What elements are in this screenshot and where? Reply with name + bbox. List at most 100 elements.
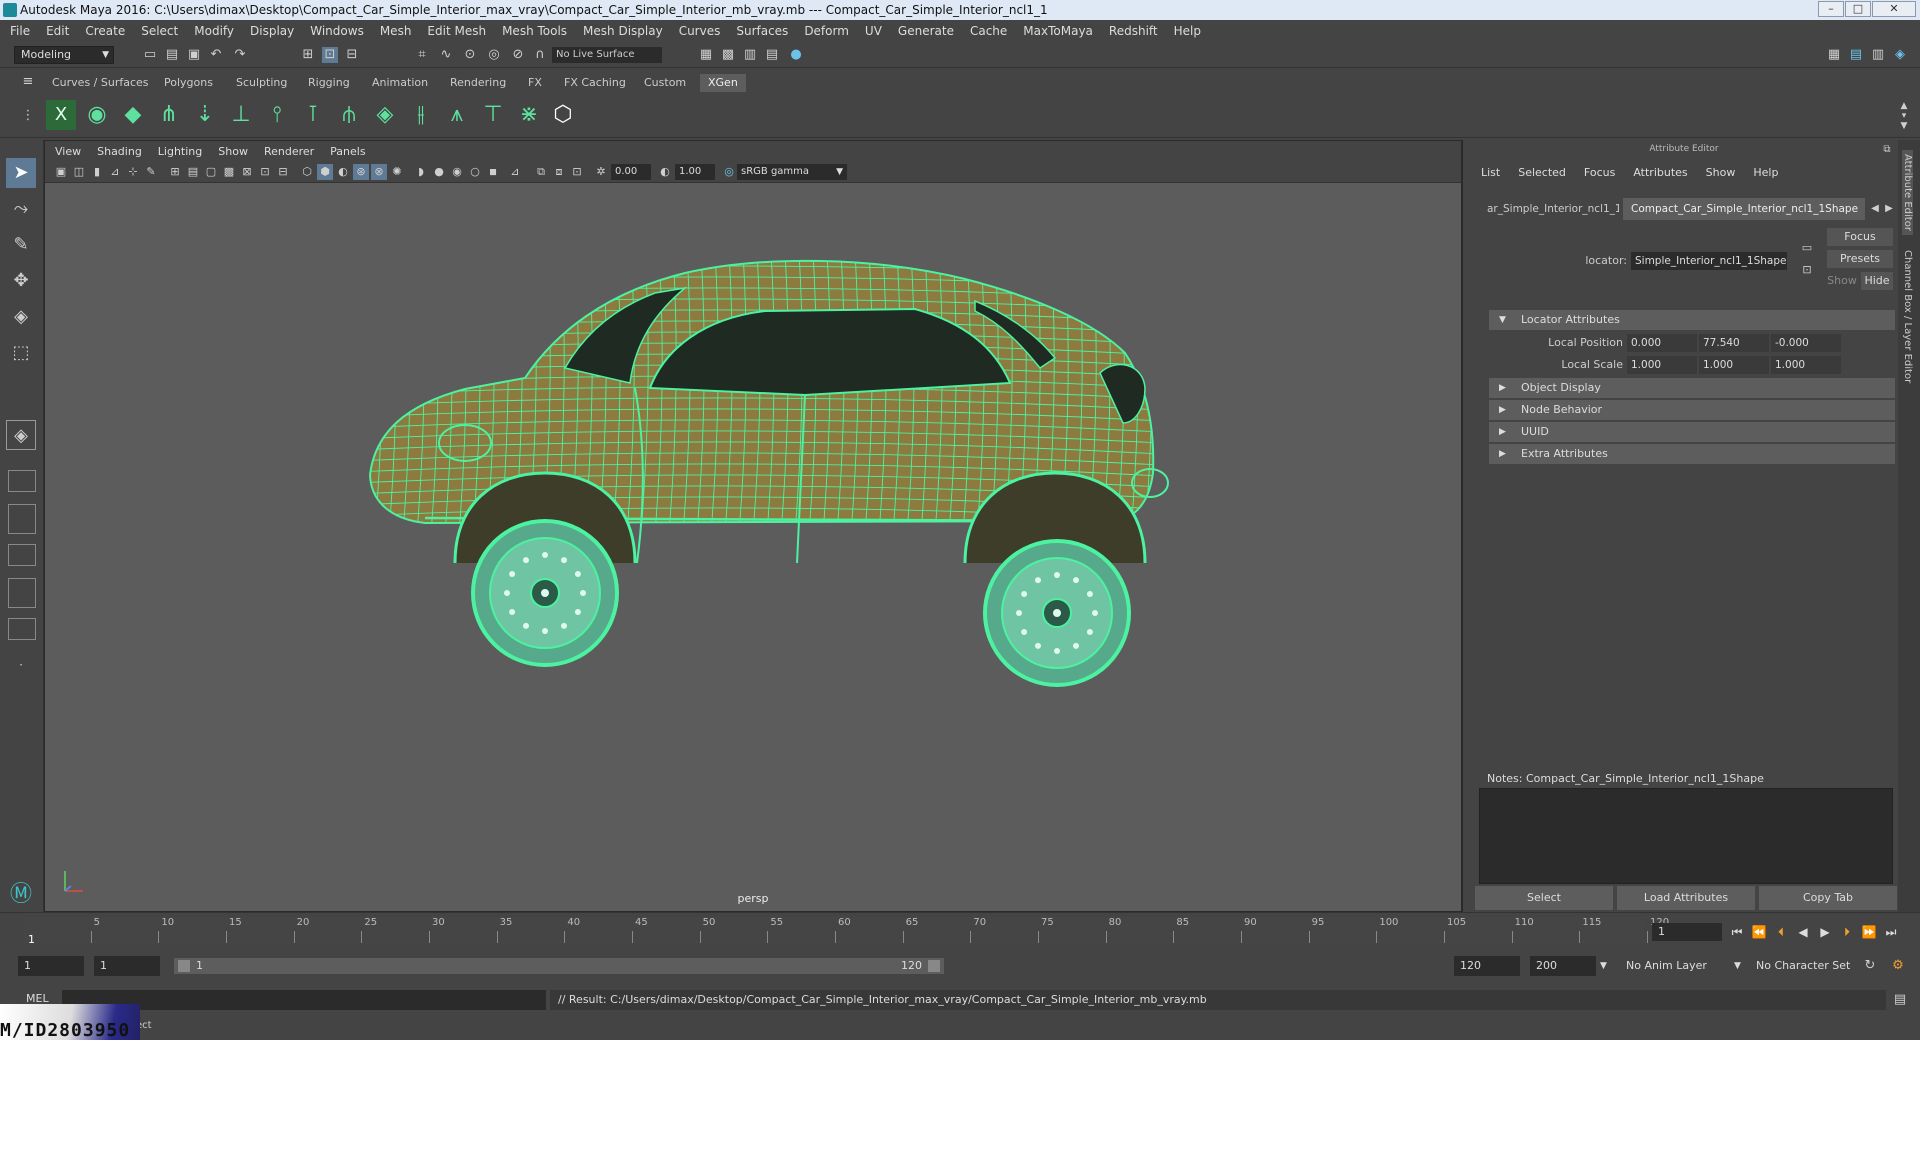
ae-presets-button[interactable]: Presets <box>1827 250 1893 268</box>
camera-attributes-icon[interactable]: ◫ <box>71 164 87 180</box>
current-frame-field[interactable]: 1 <box>1652 923 1722 941</box>
animation-end-field[interactable]: 200 <box>1530 956 1596 976</box>
menu-create[interactable]: Create <box>85 24 125 38</box>
script-editor-icon[interactable]: ▤ <box>1892 992 1908 1008</box>
menu-file[interactable]: File <box>10 24 30 38</box>
play-forwards-icon[interactable]: ▶ <box>1816 923 1834 941</box>
exposure-icon[interactable]: ✲ <box>593 164 609 180</box>
xgen-bend-guides-icon[interactable]: ⫛ <box>334 100 364 130</box>
gate-mask-icon[interactable]: ▩ <box>221 164 237 180</box>
screen-space-ao-icon[interactable]: ● <box>431 164 447 180</box>
viewport-menu-renderer[interactable]: Renderer <box>264 145 314 158</box>
shelf-menu-icon[interactable]: ≡ <box>20 74 36 90</box>
menu-surfaces[interactable]: Surfaces <box>736 24 788 38</box>
viewport-menu-lighting[interactable]: Lighting <box>158 145 202 158</box>
snap-grid-icon[interactable]: ⌗ <box>414 47 430 63</box>
xgen-stack-icon[interactable]: ◈ <box>370 100 400 130</box>
ae-menu-help[interactable]: Help <box>1753 166 1778 179</box>
menu-mesh[interactable]: Mesh <box>380 24 412 38</box>
image-plane-icon[interactable]: ⊿ <box>107 164 123 180</box>
shelf-tab-xgen[interactable]: XGen <box>700 74 746 92</box>
minimize-button[interactable]: – <box>1818 1 1844 17</box>
ae-copy-tab-button[interactable]: Copy Tab <box>1759 886 1897 910</box>
snap-curve-icon[interactable]: ∿ <box>438 47 454 63</box>
ae-tab-transform[interactable]: ar_Simple_Interior_ncl1_1 <box>1479 198 1619 220</box>
xgen-lock-guides-icon[interactable]: ⊺ <box>298 100 328 130</box>
step-back-key-icon[interactable]: ⏴ <box>1772 923 1790 941</box>
animation-start-field[interactable]: 1 <box>18 956 84 976</box>
menu-curves[interactable]: Curves <box>679 24 721 38</box>
menu-maxtomaya[interactable]: MaxToMaya <box>1023 24 1093 38</box>
section-uuid[interactable]: ▶ UUID <box>1489 422 1895 442</box>
ae-select-button[interactable]: Select <box>1475 886 1613 910</box>
ae-tab-shape[interactable]: Compact_Car_Simple_Interior_ncl1_1Shape <box>1623 198 1865 220</box>
menu-deform[interactable]: Deform <box>804 24 849 38</box>
channel-box-toggle-icon[interactable]: ◈ <box>1892 47 1908 63</box>
range-handle-right[interactable] <box>928 960 940 972</box>
notes-textarea[interactable] <box>1479 788 1893 884</box>
scale-tool-icon[interactable]: ⬚ <box>6 338 36 368</box>
select-hierarchy-icon[interactable]: ⊞ <box>300 47 316 63</box>
xgen-sculpt-guides-icon[interactable]: ⊥ <box>226 100 256 130</box>
xgen-flatten-icon[interactable]: ⊤ <box>478 100 508 130</box>
live-surface-field[interactable]: No Live Surface <box>552 47 662 63</box>
chevron-down-icon[interactable]: ▼ <box>1600 956 1607 976</box>
local-scale-z-field[interactable]: 1.000 <box>1771 356 1841 374</box>
tool-settings-toggle-icon[interactable]: ▥ <box>1870 47 1886 63</box>
menu-display[interactable]: Display <box>250 24 294 38</box>
section-node-behavior[interactable]: ▶ Node Behavior <box>1489 400 1895 420</box>
section-extra-attributes[interactable]: ▶ Extra Attributes <box>1489 444 1895 464</box>
menu-edit-mesh[interactable]: Edit Mesh <box>427 24 486 38</box>
character-set-dropdown[interactable]: No Character Set <box>1756 956 1866 976</box>
xray-joints-icon[interactable]: ⧈ <box>551 164 567 180</box>
playback-start-field[interactable]: 1 <box>94 956 160 976</box>
ae-select-node-icon[interactable]: ▭ <box>1799 240 1815 256</box>
ae-menu-focus[interactable]: Focus <box>1584 166 1615 179</box>
two-view-layout-icon[interactable] <box>8 504 36 534</box>
move-tool-icon[interactable]: ✥ <box>6 266 36 296</box>
isolate-select-icon[interactable]: ⊿ <box>507 164 523 180</box>
ae-menu-show[interactable]: Show <box>1706 166 1736 179</box>
menu-set-dropdown[interactable]: Modeling ▼ <box>14 46 114 64</box>
range-handle-left[interactable] <box>178 960 190 972</box>
menu-redshift[interactable]: Redshift <box>1109 24 1158 38</box>
local-position-y-field[interactable]: 77.540 <box>1699 334 1769 352</box>
select-object-icon[interactable]: ⊡ <box>322 47 338 63</box>
graph-editor-layout-icon[interactable] <box>8 578 36 608</box>
film-gate-icon[interactable]: ▤ <box>185 164 201 180</box>
menu-modify[interactable]: Modify <box>194 24 234 38</box>
four-view-layout-icon[interactable] <box>8 470 36 492</box>
step-forward-key-icon[interactable]: ⏵ <box>1838 923 1856 941</box>
lasso-tool-icon[interactable]: ⤳ <box>6 194 36 224</box>
menu-uv[interactable]: UV <box>865 24 882 38</box>
color-management-icon[interactable]: ◎ <box>721 164 737 180</box>
xray-components-icon[interactable]: ⊡ <box>569 164 585 180</box>
go-to-start-icon[interactable]: ⏮ <box>1728 923 1746 941</box>
menu-generate[interactable]: Generate <box>898 24 954 38</box>
viewport-menu-show[interactable]: Show <box>218 145 248 158</box>
xgen-primitive-icon[interactable]: ◆ <box>118 100 148 130</box>
menu-windows[interactable]: Windows <box>310 24 364 38</box>
undo-icon[interactable]: ↶ <box>208 47 224 63</box>
ae-tab-next-icon[interactable]: ▶ <box>1881 201 1897 217</box>
camera-select-icon[interactable]: ▣ <box>53 164 69 180</box>
shelf-tab-animation[interactable]: Animation <box>364 74 436 92</box>
select-component-icon[interactable]: ⊟ <box>344 47 360 63</box>
motion-blur-icon[interactable]: ◉ <box>449 164 465 180</box>
open-scene-icon[interactable]: ▤ <box>164 47 180 63</box>
smooth-shade-icon[interactable]: ⬢ <box>317 164 333 180</box>
ae-menu-attributes[interactable]: Attributes <box>1633 166 1687 179</box>
snap-point-icon[interactable]: ⊙ <box>462 47 478 63</box>
redo-icon[interactable]: ↷ <box>232 47 248 63</box>
chevron-down-icon[interactable]: ▼ <box>1734 956 1741 976</box>
ae-hide-button[interactable]: Hide <box>1861 272 1893 290</box>
xgen-comb-icon[interactable]: ⩚ <box>442 100 472 130</box>
ae-input-output-icon[interactable]: ⊡ <box>1799 262 1815 278</box>
default-material-icon[interactable]: ◐ <box>335 164 351 180</box>
hypershade-layout-icon[interactable] <box>8 618 36 640</box>
render-frame-icon[interactable]: ▩ <box>720 47 736 63</box>
magnet-icon[interactable]: ∩ <box>532 47 548 63</box>
auto-key-icon[interactable]: ↻ <box>1862 958 1878 974</box>
menu-help[interactable]: Help <box>1174 24 1201 38</box>
playback-end-field[interactable]: 120 <box>1454 956 1520 976</box>
